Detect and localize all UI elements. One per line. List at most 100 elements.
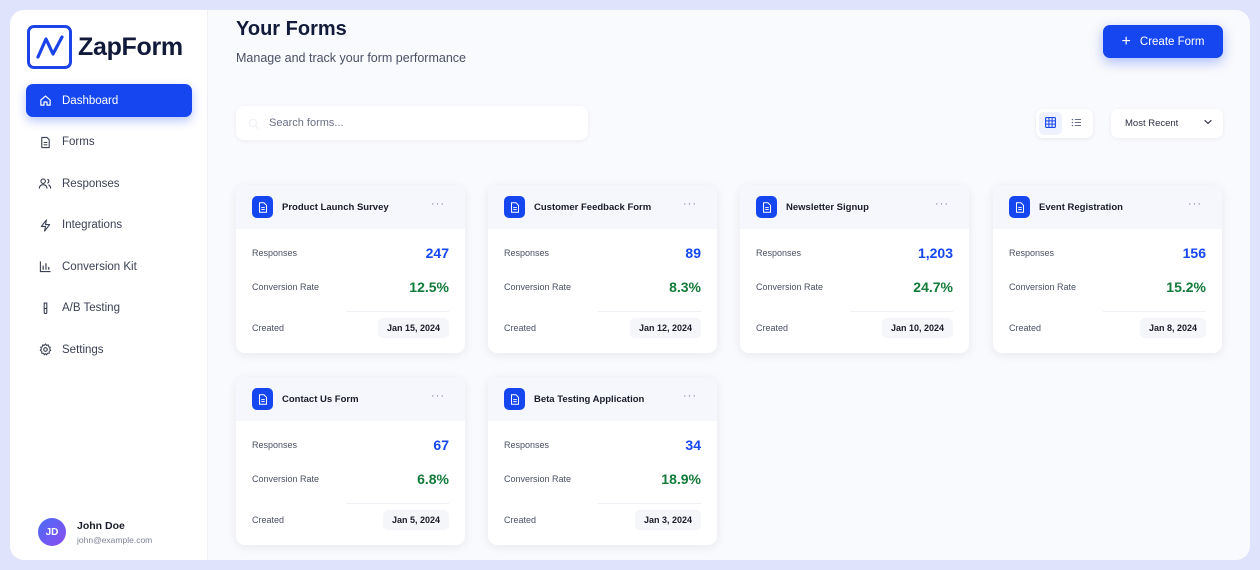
sidebar-item-settings[interactable]: Settings <box>26 333 192 366</box>
conversion-value: 24.7% <box>913 279 953 295</box>
conversion-value: 6.8% <box>417 471 449 487</box>
document-icon <box>252 388 273 410</box>
page-title: Your Forms <box>236 18 347 40</box>
sidebar-item-responses[interactable]: Responses <box>26 167 192 200</box>
responses-row: Responses 247 <box>252 245 449 261</box>
search-icon <box>248 117 260 130</box>
card-header: Beta Testing Application ··· <box>488 377 717 421</box>
form-card[interactable]: Event Registration ··· Responses 156 Conv… <box>993 185 1222 353</box>
document-icon <box>1009 196 1030 218</box>
more-options-icon[interactable]: ··· <box>683 390 697 402</box>
created-row: Created Jan 10, 2024 <box>756 318 953 338</box>
conversion-row: Conversion Rate 24.7% <box>756 279 953 295</box>
document-icon <box>252 196 273 218</box>
more-options-icon[interactable]: ··· <box>431 390 445 402</box>
created-date: Jan 10, 2024 <box>881 318 953 338</box>
responses-label: Responses <box>504 440 550 450</box>
conversion-row: Conversion Rate 12.5% <box>252 279 449 295</box>
card-title: Newsletter Signup <box>786 201 869 213</box>
user-info: John Doe john@example.com <box>77 520 152 545</box>
card-header: Product Launch Survey ··· <box>236 185 465 229</box>
created-label: Created <box>504 515 537 525</box>
home-icon <box>38 94 52 108</box>
form-card[interactable]: Beta Testing Application ··· Responses 34… <box>488 377 717 545</box>
lightning-icon <box>38 218 52 232</box>
app-name: ZapForm <box>78 32 183 61</box>
user-email: john@example.com <box>77 534 153 545</box>
created-row: Created Jan 12, 2024 <box>504 318 701 338</box>
card-title: Product Launch Survey <box>282 201 389 213</box>
sort-dropdown[interactable]: Most Recent <box>1111 109 1223 138</box>
sort-value: Most Recent <box>1125 118 1179 129</box>
created-label: Created <box>1009 323 1042 333</box>
conversion-value: 18.9% <box>661 471 701 487</box>
sidebar-item-label: Settings <box>62 343 104 356</box>
sidebar-item-ab-testing[interactable]: A/B Testing <box>26 292 192 325</box>
more-options-icon[interactable]: ··· <box>1188 198 1202 210</box>
responses-value: 1,203 <box>917 245 953 261</box>
responses-label: Responses <box>504 248 550 258</box>
created-label: Created <box>252 323 285 333</box>
sidebar-item-label: Dashboard <box>62 94 119 107</box>
sidebar: ZapForm Dashboard Forms Responses Integr… <box>10 10 208 560</box>
document-icon <box>756 196 777 218</box>
responses-row: Responses 34 <box>504 437 701 453</box>
conversion-value: 8.3% <box>669 279 701 295</box>
search-box[interactable] <box>236 106 588 140</box>
sidebar-item-label: Forms <box>62 136 95 148</box>
more-options-icon[interactable]: ··· <box>683 198 697 210</box>
conversion-value: 15.2% <box>1166 279 1206 295</box>
created-label: Created <box>252 515 285 525</box>
view-toggle <box>1036 109 1093 138</box>
responses-label: Responses <box>1009 248 1055 258</box>
user-profile[interactable]: JD John Doe john@example.com <box>38 518 152 546</box>
created-row: Created Jan 3, 2024 <box>504 510 701 530</box>
sidebar-item-conversion-kit[interactable]: Conversion Kit <box>26 250 192 283</box>
more-options-icon[interactable]: ··· <box>431 198 445 210</box>
search-input[interactable] <box>269 117 569 129</box>
responses-label: Responses <box>252 248 298 258</box>
list-view-button[interactable] <box>1065 112 1088 135</box>
sidebar-item-label: Responses <box>62 177 120 190</box>
conversion-label: Conversion Rate <box>756 282 824 292</box>
created-date: Jan 15, 2024 <box>377 318 449 338</box>
test-tube-icon <box>38 301 52 315</box>
conversion-label: Conversion Rate <box>504 282 572 292</box>
responses-row: Responses 156 <box>1009 245 1206 261</box>
card-title: Beta Testing Application <box>534 393 645 405</box>
sidebar-item-integrations[interactable]: Integrations <box>26 209 192 242</box>
divider <box>598 311 701 312</box>
card-title: Event Registration <box>1039 201 1123 213</box>
divider <box>1103 311 1206 312</box>
avatar: JD <box>38 518 66 546</box>
create-form-button[interactable]: + Create Form <box>1103 25 1223 58</box>
gear-icon <box>38 343 52 357</box>
created-date: Jan 8, 2024 <box>1139 318 1206 338</box>
logo[interactable]: ZapForm <box>27 25 183 69</box>
sidebar-nav: Dashboard Forms Responses Integrations C… <box>26 84 192 375</box>
form-card[interactable]: Contact Us Form ··· Responses 67 Conversi… <box>236 377 465 545</box>
sidebar-item-forms[interactable]: Forms <box>26 126 192 159</box>
responses-label: Responses <box>756 248 802 258</box>
sidebar-item-dashboard[interactable]: Dashboard <box>26 84 192 117</box>
card-title: Contact Us Form <box>282 393 359 405</box>
responses-row: Responses 1,203 <box>756 245 953 261</box>
grid-icon <box>1045 115 1056 133</box>
created-row: Created Jan 15, 2024 <box>252 318 449 338</box>
responses-value: 89 <box>685 245 701 261</box>
responses-row: Responses 67 <box>252 437 449 453</box>
conversion-row: Conversion Rate 18.9% <box>504 471 701 487</box>
created-date: Jan 3, 2024 <box>634 510 701 530</box>
form-card[interactable]: Customer Feedback Form ··· Responses 89 C… <box>488 185 717 353</box>
divider <box>346 311 449 312</box>
responses-value: 247 <box>425 245 449 261</box>
grid-view-button[interactable] <box>1039 112 1062 135</box>
chevron-down-icon <box>1203 117 1213 130</box>
more-options-icon[interactable]: ··· <box>935 198 949 210</box>
created-label: Created <box>504 323 537 333</box>
plus-icon: + <box>1121 32 1131 50</box>
document-icon <box>504 388 525 410</box>
form-card[interactable]: Product Launch Survey ··· Responses 247 C… <box>236 185 465 353</box>
create-form-label: Create Form <box>1139 35 1205 48</box>
form-card[interactable]: Newsletter Signup ··· Responses 1,203 Con… <box>740 185 969 353</box>
